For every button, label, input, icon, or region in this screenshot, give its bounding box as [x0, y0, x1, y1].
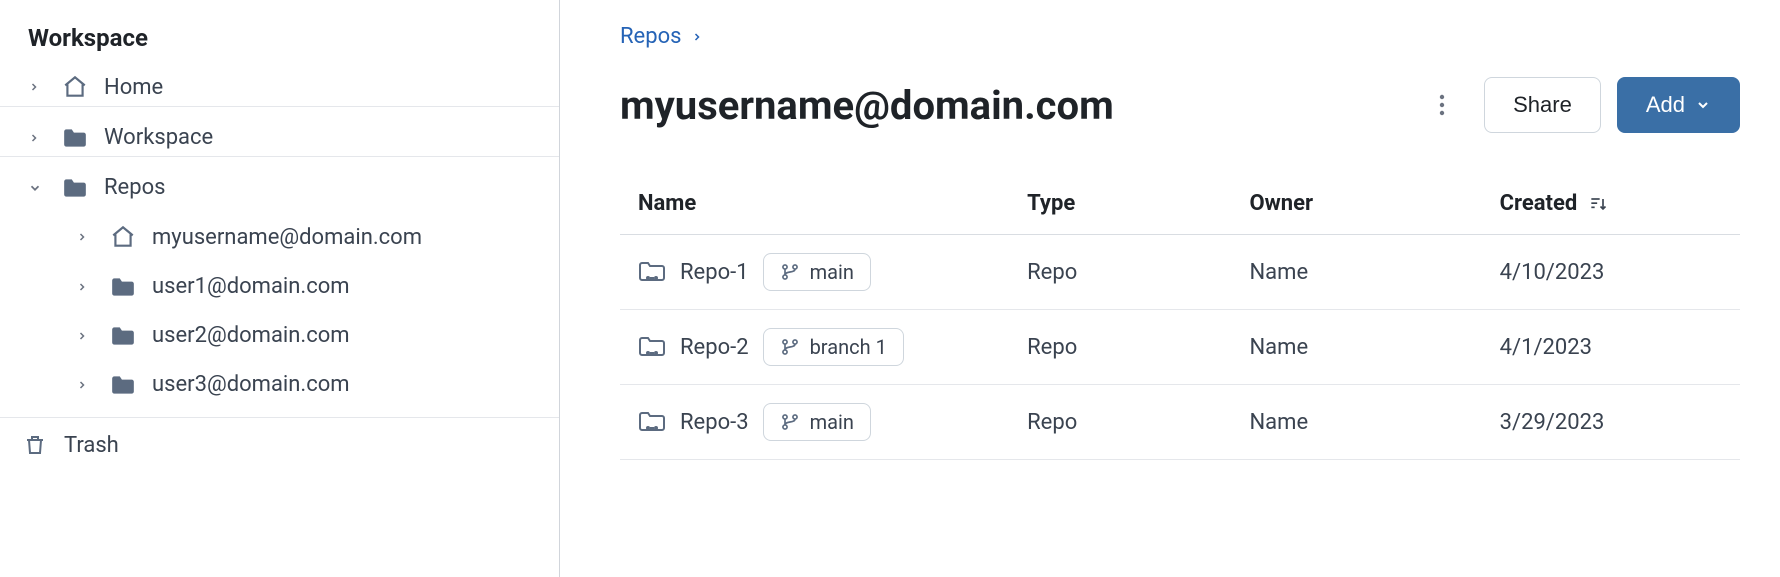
table-row[interactable]: Repo-2 branch 1 Repo Name 4/1/2023 — [620, 310, 1740, 385]
repo-icon — [638, 410, 666, 434]
sidebar-title: Workspace — [0, 24, 559, 62]
branch-name: main — [810, 260, 854, 284]
sidebar-item-user[interactable]: user1@domain.com — [0, 262, 559, 311]
branch-icon — [780, 262, 800, 282]
table-row[interactable]: Repo-1 main Repo Name 4/10/2023 — [620, 235, 1740, 310]
sidebar-item-label: Workspace — [104, 125, 213, 150]
branch-pill[interactable]: main — [763, 403, 871, 441]
page-title: myusername@domain.com — [620, 82, 1424, 129]
button-label: Add — [1646, 92, 1685, 118]
chevron-right-icon — [76, 281, 94, 293]
column-header-name[interactable]: Name — [638, 191, 1027, 216]
created-cell: 4/10/2023 — [1500, 260, 1722, 285]
breadcrumb-parent[interactable]: Repos — [620, 24, 681, 49]
sidebar-item-user[interactable]: user3@domain.com — [0, 360, 559, 409]
sidebar-item-home[interactable]: Home — [0, 62, 559, 107]
folder-icon — [108, 325, 138, 347]
repo-name: Repo-1 — [680, 260, 749, 285]
sidebar-item-user[interactable]: user2@domain.com — [0, 311, 559, 360]
owner-cell: Name — [1249, 410, 1499, 435]
branch-icon — [780, 412, 800, 432]
repo-name: Repo-3 — [680, 410, 749, 435]
branch-name: branch 1 — [810, 335, 887, 359]
chevron-right-icon — [691, 31, 703, 43]
table-header-row: Name Type Owner Created — [620, 173, 1740, 235]
home-icon — [108, 224, 138, 250]
title-row: myusername@domain.com Share Add — [620, 77, 1740, 133]
breadcrumb: Repos — [620, 24, 1740, 49]
sidebar: Workspace Home Workspace Repos — [0, 0, 560, 577]
owner-cell: Name — [1249, 260, 1499, 285]
folder-icon — [108, 276, 138, 298]
column-header-owner[interactable]: Owner — [1249, 191, 1499, 216]
add-button[interactable]: Add — [1617, 77, 1740, 133]
branch-name: main — [810, 410, 854, 434]
chevron-down-icon — [28, 181, 46, 195]
folder-icon — [60, 177, 90, 199]
owner-cell: Name — [1249, 335, 1499, 360]
chevron-right-icon — [28, 132, 46, 144]
sidebar-item-label: Home — [104, 75, 163, 100]
name-cell: Repo-3 main — [638, 403, 1027, 441]
branch-icon — [780, 337, 800, 357]
type-cell: Repo — [1027, 335, 1249, 360]
column-header-label: Created — [1500, 191, 1578, 216]
folder-icon — [108, 374, 138, 396]
column-header-created[interactable]: Created — [1500, 191, 1722, 216]
chevron-right-icon — [76, 330, 94, 342]
sidebar-item-label: Trash — [64, 433, 119, 458]
sidebar-item-label: user2@domain.com — [152, 323, 350, 348]
chevron-right-icon — [76, 379, 94, 391]
chevron-down-icon — [1695, 97, 1711, 113]
trash-icon — [20, 432, 50, 458]
sidebar-item-repos[interactable]: Repos — [0, 163, 559, 212]
table-row[interactable]: Repo-3 main Repo Name 3/29/2023 — [620, 385, 1740, 460]
share-button[interactable]: Share — [1484, 77, 1601, 133]
sidebar-item-label: Repos — [104, 175, 165, 200]
sidebar-item-label: myusername@domain.com — [152, 225, 422, 250]
home-icon — [60, 74, 90, 100]
sidebar-item-trash[interactable]: Trash — [0, 417, 559, 472]
branch-pill[interactable]: main — [763, 253, 871, 291]
sidebar-item-user[interactable]: myusername@domain.com — [0, 212, 559, 262]
more-menu-button[interactable] — [1424, 87, 1460, 123]
created-cell: 3/29/2023 — [1500, 410, 1722, 435]
chevron-right-icon — [76, 231, 94, 243]
repo-icon — [638, 335, 666, 359]
type-cell: Repo — [1027, 260, 1249, 285]
folder-icon — [60, 127, 90, 149]
name-cell: Repo-1 main — [638, 253, 1027, 291]
repos-table: Name Type Owner Created Repo-1 — [620, 173, 1740, 460]
branch-pill[interactable]: branch 1 — [763, 328, 904, 366]
repo-name: Repo-2 — [680, 335, 749, 360]
chevron-right-icon — [28, 81, 46, 93]
sidebar-item-workspace[interactable]: Workspace — [0, 113, 559, 157]
column-header-type[interactable]: Type — [1027, 191, 1249, 216]
name-cell: Repo-2 branch 1 — [638, 328, 1027, 366]
sort-desc-icon — [1587, 194, 1609, 214]
type-cell: Repo — [1027, 410, 1249, 435]
repo-icon — [638, 260, 666, 284]
sidebar-item-label: user1@domain.com — [152, 274, 350, 299]
button-label: Share — [1513, 92, 1572, 118]
created-cell: 4/1/2023 — [1500, 335, 1722, 360]
sidebar-item-label: user3@domain.com — [152, 372, 350, 397]
main-content: Repos myusername@domain.com Share Add Na… — [560, 0, 1780, 577]
